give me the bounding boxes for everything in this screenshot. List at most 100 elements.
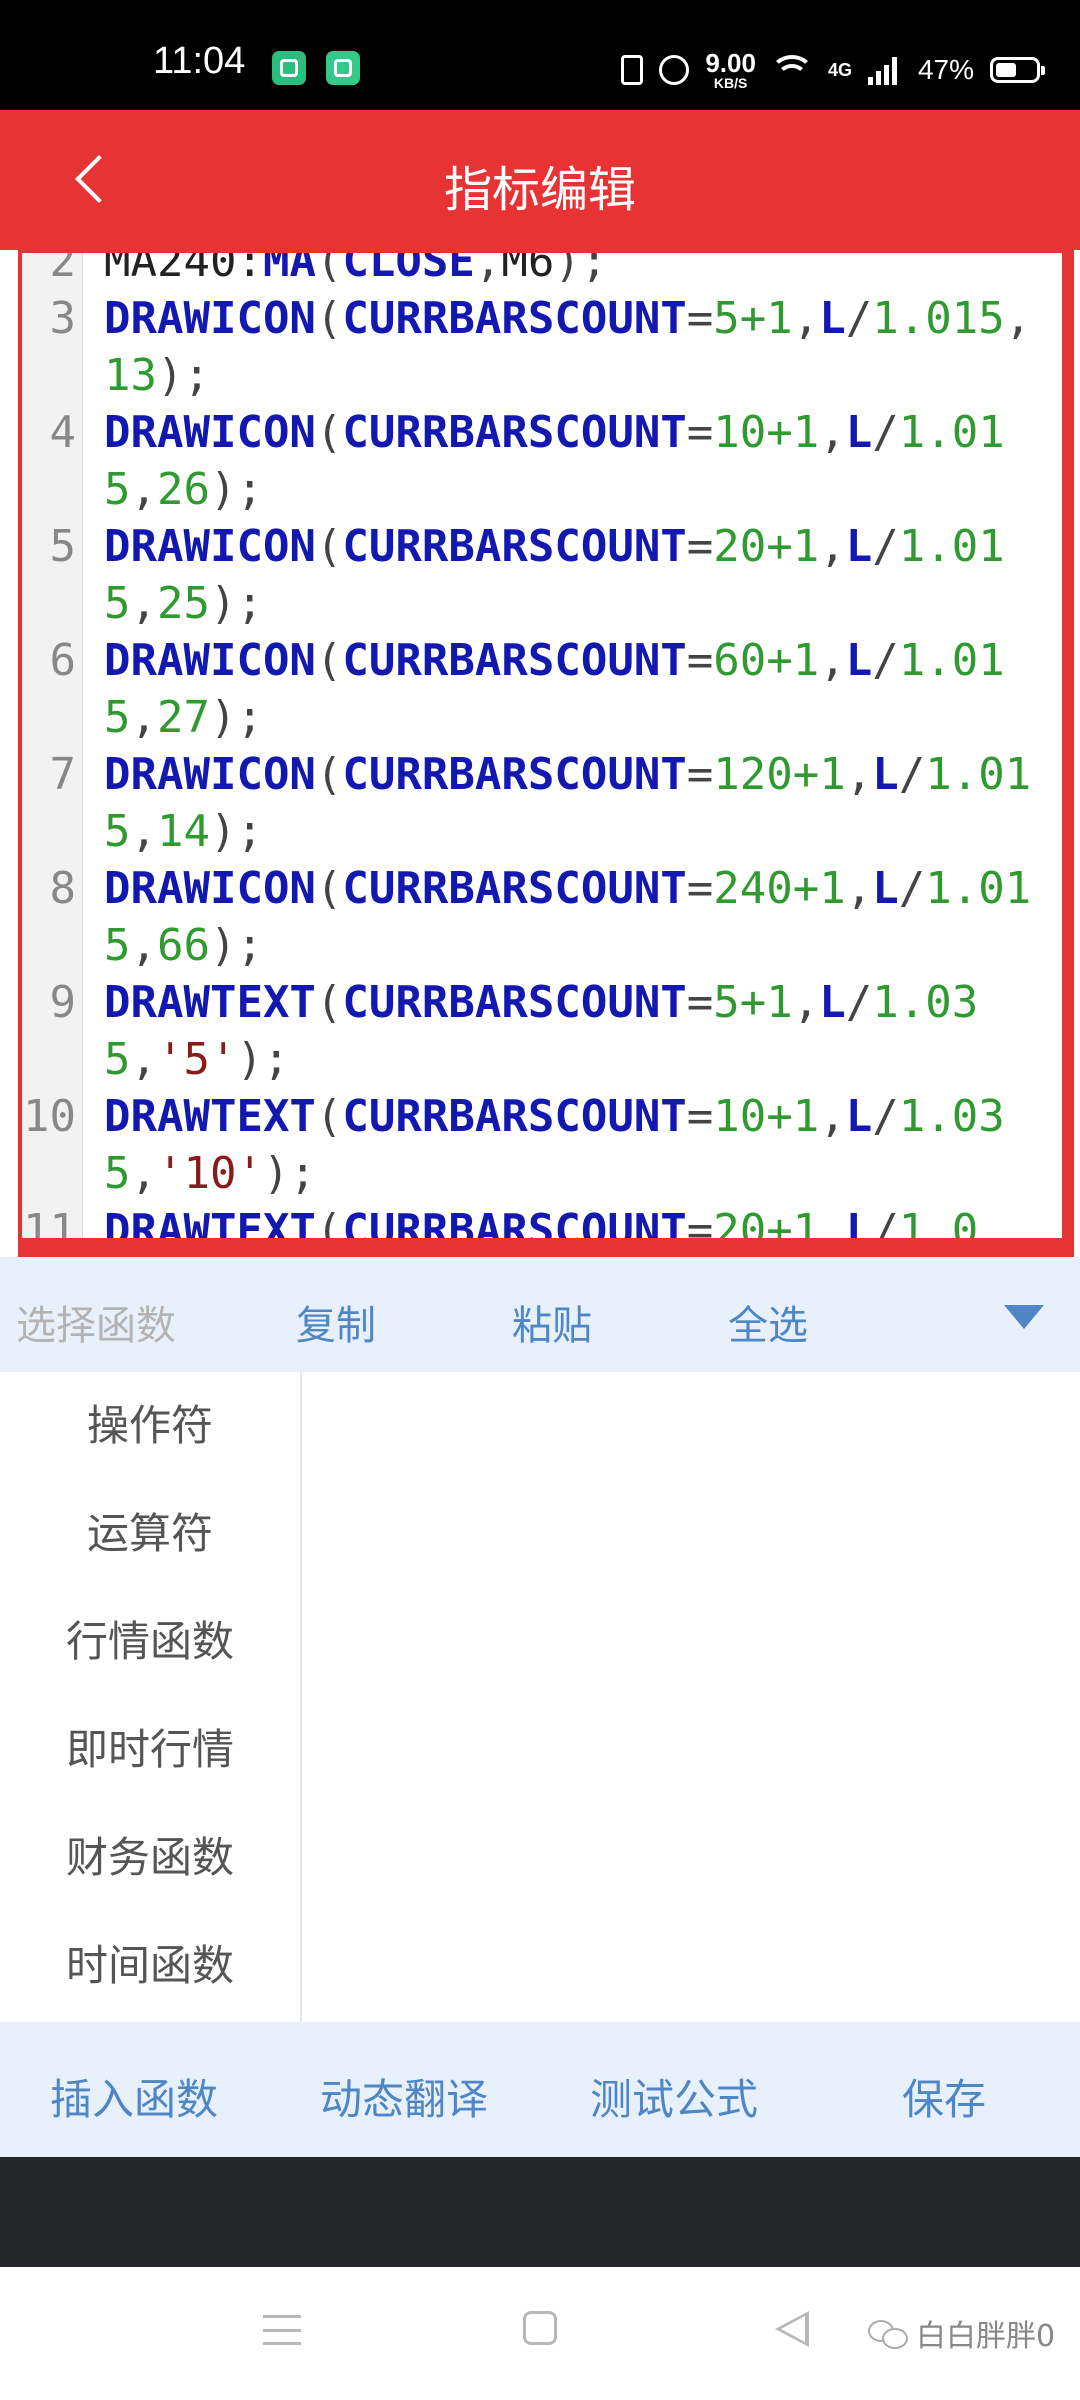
code-token: MA240:	[104, 253, 263, 287]
code-token: /	[898, 749, 926, 800]
code-token: );	[209, 578, 263, 629]
code-token: (	[315, 521, 343, 572]
signal-icon	[867, 55, 902, 85]
status-bar: 11:04 9.00 KB/S 4G 47%	[0, 0, 1080, 110]
code-token: ,	[845, 863, 873, 914]
code-token: );	[236, 1034, 290, 1085]
code-token: =	[686, 749, 714, 800]
code-token: 60+1	[713, 635, 820, 686]
code-token: DRAWICON	[104, 293, 316, 344]
app-notification-icon	[272, 51, 306, 85]
code-token: 25	[157, 578, 210, 629]
action-bar: 插入函数 动态翻译 测试公式 保存	[0, 2022, 1080, 2157]
alarm-icon	[659, 55, 690, 85]
system-navigation-bar: 白白胖胖0	[0, 2267, 1080, 2400]
paste-button[interactable]: 粘贴	[512, 1293, 592, 1351]
code-token: M6	[501, 253, 555, 287]
code-text: DRAWICON(CURRBARSCOUNT=120+1,L/1.015,14)…	[82, 746, 1052, 860]
copy-button[interactable]: 复制	[296, 1293, 376, 1351]
watermark: 白白胖胖0	[868, 2311, 1055, 2355]
code-token: /	[872, 635, 899, 686]
code-editor[interactable]: 2 MA240:MA(CLOSE,M6); 3 DRAWICON(CURRBARSCO…	[22, 253, 1062, 1238]
code-token: DRAWICON	[104, 635, 316, 686]
code-token: );	[262, 1148, 316, 1199]
code-token: /	[845, 977, 873, 1028]
code-line[interactable]: 3 DRAWICON(CURRBARSCOUNT=5+1,L/1.015,13);	[22, 290, 1062, 404]
code-line[interactable]: 6 DRAWICON(CURRBARSCOUNT=60+1,L/1.015,27)…	[22, 632, 1062, 746]
code-token: DRAWICON	[104, 521, 316, 572]
code-line[interactable]: 4 DRAWICON(CURRBARSCOUNT=10+1,L/1.015,26)…	[22, 404, 1062, 518]
code-token: (	[315, 407, 343, 458]
code-line[interactable]: 5 DRAWICON(CURRBARSCOUNT=20+1,L/1.015,25)…	[22, 518, 1062, 632]
status-icons: 9.00 KB/S 4G 47%	[621, 40, 1045, 100]
category-realtime-market[interactable]: 即时行情	[0, 1696, 300, 1804]
watermark-text: 白白胖胖0	[916, 2319, 1056, 2354]
line-number: 10	[23, 1091, 76, 1142]
code-token: L	[872, 863, 899, 914]
line-number: 8	[49, 863, 77, 914]
function-list-panel	[302, 1372, 1080, 2022]
code-token: CURRBARSCOUNT	[342, 521, 687, 572]
code-lines: 2 MA240:MA(CLOSE,M6); 3 DRAWICON(CURRBARSCO…	[22, 253, 1062, 1238]
code-token: =	[686, 407, 714, 458]
code-line[interactable]: 10 DRAWTEXT(CURRBARSCOUNT=10+1,L/1.035,'1…	[22, 1088, 1062, 1202]
save-button[interactable]: 保存	[902, 2066, 986, 2127]
code-line[interactable]: 11 DRAWTEXT(CURRBARSCOUNT=20+1,L/1.0	[22, 1202, 1062, 1238]
code-line[interactable]: 2 MA240:MA(CLOSE,M6);	[22, 253, 1062, 290]
code-text: DRAWICON(CURRBARSCOUNT=240+1,L/1.015,66)…	[82, 860, 1052, 974]
function-category-list: 操作符 运算符 行情函数 即时行情 财务函数 时间函数	[0, 1372, 302, 2022]
code-text: DRAWTEXT(CURRBARSCOUNT=10+1,L/1.035,'10'…	[82, 1088, 1052, 1202]
back-triangle-icon[interactable]	[775, 2311, 809, 2347]
code-token: DRAWICON	[104, 407, 316, 458]
line-number: 11	[23, 1205, 76, 1238]
code-token: ,	[130, 578, 158, 629]
code-token: =	[686, 977, 714, 1028]
dynamic-translate-button[interactable]: 动态翻译	[320, 2066, 488, 2127]
code-token: ,	[130, 920, 158, 971]
code-token: 13	[104, 350, 157, 401]
code-token: DRAWICON	[104, 749, 316, 800]
code-token: L	[845, 1205, 873, 1238]
dropdown-arrow-icon[interactable]	[1004, 1305, 1044, 1329]
code-token: =	[686, 863, 714, 914]
select-all-button[interactable]: 全选	[728, 1293, 808, 1351]
code-token: =	[686, 635, 714, 686]
code-token: (	[315, 863, 343, 914]
code-token: 10+1	[713, 407, 820, 458]
code-line[interactable]: 7 DRAWICON(CURRBARSCOUNT=120+1,L/1.015,14…	[22, 746, 1062, 860]
network-type: 4G	[827, 59, 852, 80]
app-notification-icon	[326, 51, 360, 85]
home-icon[interactable]	[523, 2311, 557, 2345]
code-token: =	[686, 293, 714, 344]
code-token: );	[209, 806, 263, 857]
category-finance-functions[interactable]: 财务函数	[0, 1804, 300, 1912]
status-time: 11:04	[153, 40, 246, 82]
menu-icon[interactable]	[263, 2315, 301, 2345]
code-token: /	[845, 293, 873, 344]
code-token: DRAWTEXT	[104, 977, 316, 1028]
code-token: CURRBARSCOUNT	[342, 635, 687, 686]
code-token: );	[156, 350, 210, 401]
code-text: DRAWICON(CURRBARSCOUNT=20+1,L/1.015,25);	[82, 518, 1052, 632]
category-arithmetic[interactable]: 运算符	[0, 1480, 300, 1588]
category-operator[interactable]: 操作符	[0, 1372, 300, 1480]
test-formula-button[interactable]: 测试公式	[590, 2066, 758, 2127]
code-token: ,	[792, 977, 820, 1028]
code-line[interactable]: 8 DRAWICON(CURRBARSCOUNT=240+1,L/1.015,66…	[22, 860, 1062, 974]
category-time-functions[interactable]: 时间函数	[0, 1912, 300, 2020]
code-token: MA	[262, 253, 316, 287]
code-token: CURRBARSCOUNT	[342, 977, 687, 1028]
code-token: L	[819, 977, 846, 1028]
insert-function-button[interactable]: 插入函数	[50, 2066, 218, 2127]
code-token: '10'	[157, 1148, 263, 1199]
code-text: DRAWICON(CURRBARSCOUNT=5+1,L/1.015,13);	[82, 290, 1052, 404]
code-token: 120+1	[713, 749, 846, 800]
code-token: L	[845, 521, 873, 572]
code-token: (	[315, 1091, 343, 1142]
code-line[interactable]: 9 DRAWTEXT(CURRBARSCOUNT=5+1,L/1.035,'5')…	[22, 974, 1062, 1088]
select-function-button[interactable]: 选择函数	[16, 1293, 176, 1351]
code-token: 27	[157, 692, 210, 743]
network-speed-unit: KB/S	[713, 75, 748, 91]
category-market-functions[interactable]: 行情函数	[0, 1588, 300, 1696]
code-token: ,	[474, 253, 502, 287]
